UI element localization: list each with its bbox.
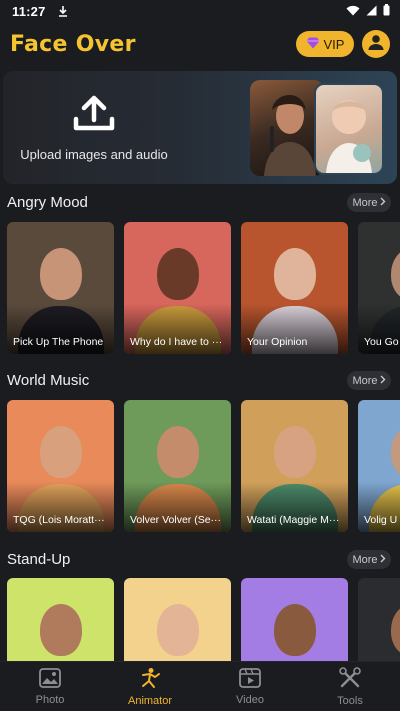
- vip-button[interactable]: VIP: [296, 31, 354, 57]
- card-caption: Volig U: [364, 514, 398, 526]
- nav-animator-label: Animator: [127, 694, 173, 707]
- content-card[interactable]: Pick Up The Phone: [7, 222, 114, 354]
- upload-icon: [73, 95, 115, 138]
- banner-baby-image: [314, 83, 384, 175]
- card-figure-face: [156, 248, 199, 300]
- nav-photo[interactable]: Photo: [0, 662, 100, 711]
- section-title-stand-up: Stand-Up: [7, 551, 71, 568]
- download-icon: [58, 5, 68, 17]
- bottom-nav: Photo Animator Video Tools: [0, 661, 400, 711]
- card-row-angry-mood: Pick Up The Phone Why do I have to ··· You…: [0, 222, 400, 354]
- section-title-world-music: World Music: [7, 372, 90, 389]
- card-figure-face: [156, 604, 199, 656]
- content-card[interactable]: TQG (Lois Moratt···: [7, 400, 114, 532]
- card-figure-face: [390, 604, 400, 656]
- chevron-right-icon: [380, 554, 386, 566]
- nav-tools[interactable]: Tools: [300, 662, 400, 711]
- status-bar: 11:27: [0, 0, 400, 22]
- more-label: More: [352, 196, 378, 209]
- signal-icon: [366, 4, 377, 19]
- nav-video[interactable]: Video: [200, 662, 300, 711]
- content-card[interactable]: Your Opinion: [241, 222, 348, 354]
- nav-tools-label: Tools: [337, 694, 363, 707]
- card-figure-face: [273, 604, 316, 656]
- app-header: Face Over VIP: [0, 22, 400, 66]
- content-card[interactable]: You Go: [358, 222, 400, 354]
- card-caption: Your Opinion: [247, 336, 308, 348]
- upload-label: Upload images and audio: [20, 147, 168, 162]
- more-label: More: [352, 374, 378, 387]
- card-figure-face: [39, 248, 82, 300]
- content-card[interactable]: Volig U: [358, 400, 400, 532]
- card-figure-face: [273, 248, 316, 300]
- content-card[interactable]: Volver Volver (Se···: [124, 400, 231, 532]
- card-caption: Why do I have to ···: [130, 336, 223, 348]
- more-button-stand-up[interactable]: More: [347, 550, 391, 569]
- card-caption: Pick Up The Phone: [13, 336, 104, 348]
- diamond-icon: [306, 37, 320, 52]
- content-card[interactable]: Watati (Maggie M···: [241, 400, 348, 532]
- nav-photo-label: Photo: [35, 693, 65, 706]
- tools-icon: [339, 666, 361, 692]
- banner-singer-image: [250, 80, 324, 176]
- content-card[interactable]: Why do I have to ···: [124, 222, 231, 354]
- card-figure-face: [390, 426, 400, 478]
- card-figure-face: [39, 426, 82, 478]
- image-icon: [39, 667, 61, 691]
- status-time: 11:27: [12, 3, 46, 19]
- card-row-stand-up: [0, 578, 400, 661]
- content-card[interactable]: [124, 578, 231, 661]
- card-figure-face: [390, 248, 400, 300]
- card-figure-face: [273, 426, 316, 478]
- battery-icon: [383, 3, 390, 19]
- more-button-angry-mood[interactable]: More: [347, 193, 391, 212]
- content-card[interactable]: [241, 578, 348, 661]
- section-title-angry-mood: Angry Mood: [7, 194, 88, 211]
- card-caption: Volver Volver (Se···: [130, 514, 222, 526]
- upload-banner[interactable]: Upload images and audio: [3, 71, 397, 184]
- dancer-icon: [139, 667, 161, 692]
- chevron-right-icon: [380, 375, 386, 387]
- card-row-world-music: TQG (Lois Moratt··· Volver Volver (Se··· W…: [0, 400, 400, 532]
- nav-video-label: Video: [236, 693, 264, 706]
- vip-label: VIP: [323, 36, 345, 52]
- card-caption: TQG (Lois Moratt···: [13, 514, 105, 526]
- app-title: Face Over: [10, 31, 136, 57]
- card-caption: Watati (Maggie M···: [247, 514, 340, 526]
- content-card[interactable]: [358, 578, 400, 661]
- content-card[interactable]: [7, 578, 114, 661]
- profile-button[interactable]: [362, 30, 390, 58]
- nav-animator[interactable]: Animator: [100, 662, 200, 711]
- play-film-icon: [239, 667, 261, 691]
- card-caption: You Go: [364, 336, 399, 348]
- more-button-world-music[interactable]: More: [347, 371, 391, 390]
- chevron-right-icon: [380, 197, 386, 209]
- more-label: More: [352, 553, 378, 566]
- card-figure-face: [39, 604, 82, 656]
- wifi-icon: [346, 4, 360, 19]
- user-icon: [367, 33, 385, 56]
- card-figure-face: [156, 426, 199, 478]
